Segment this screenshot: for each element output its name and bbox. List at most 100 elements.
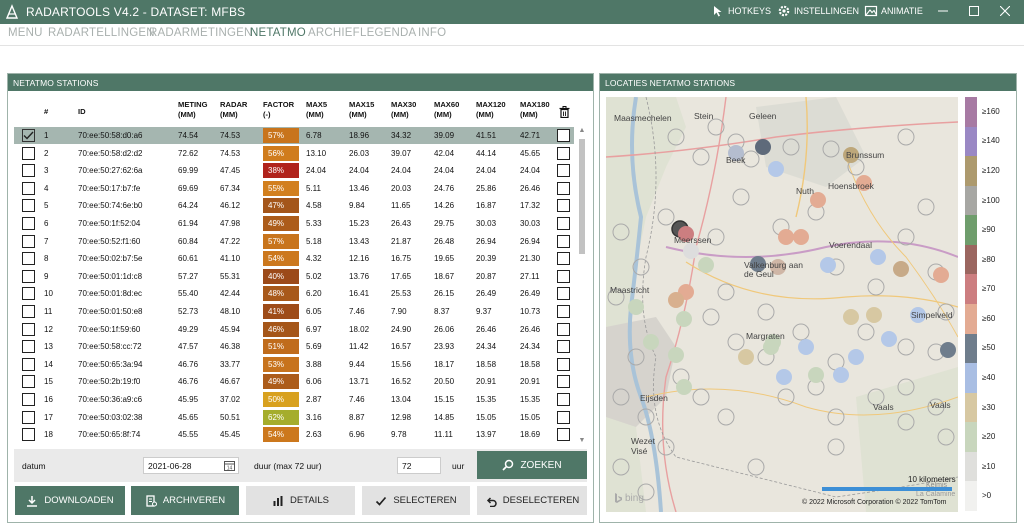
row-select-checkbox[interactable]	[22, 393, 35, 406]
col-max5[interactable]: MAX5 (MM)	[306, 100, 327, 120]
details-button[interactable]: DETAILS	[246, 486, 355, 515]
calendar-icon[interactable]: 14	[224, 460, 235, 471]
row-delete-checkbox[interactable]	[557, 199, 570, 213]
zoeken-button[interactable]: ZOEKEN	[477, 451, 587, 479]
map-scale-bar	[822, 487, 952, 491]
row-delete-checkbox[interactable]	[557, 146, 570, 160]
menu-item-info[interactable]: INFO	[418, 27, 446, 39]
table-row[interactable]: 18 70:ee:50:65:8f:74 45.55 45.45 2.63 6.96 9.7…	[14, 426, 574, 443]
table-row[interactable]: 13 70:ee:50:58:cc:72 47.57 46.38 5.69 11.42 16…	[14, 338, 574, 355]
col-max60[interactable]: MAX60 (MM)	[434, 100, 459, 120]
row-delete-checkbox[interactable]	[557, 234, 570, 248]
hotkeys-button[interactable]: HOTKEYS	[711, 4, 771, 18]
row-delete-checkbox[interactable]	[557, 287, 570, 301]
cell-max120: 9.37	[476, 307, 492, 316]
menu-item-radarmetingen[interactable]: RADARMETINGEN	[149, 27, 253, 39]
datum-field[interactable]: 2021-06-28 14	[143, 457, 239, 474]
col-max30[interactable]: MAX30 (MM)	[391, 100, 416, 120]
row-select-checkbox[interactable]	[22, 199, 35, 213]
menu-item-menu[interactable]: MENU	[8, 27, 43, 39]
select-button[interactable]: SELECTEREN	[362, 486, 470, 515]
row-select-checkbox[interactable]	[22, 217, 35, 230]
scroll-down-icon[interactable]: ▼	[578, 437, 586, 445]
row-select-checkbox[interactable]	[22, 234, 35, 248]
scroll-up-icon[interactable]: ▲	[578, 127, 586, 135]
animation-button[interactable]: ANIMATIE	[864, 4, 923, 18]
col-radar[interactable]: RADAR (MM)	[220, 100, 247, 120]
cell-id: 70:ee:50:74:6e:b0	[78, 201, 143, 211]
row-delete-checkbox[interactable]	[557, 305, 570, 318]
table-row[interactable]: 4 70:ee:50:17:b7:fe 69.69 67.34 5.11 13.46 20.…	[14, 180, 574, 197]
download-button[interactable]: DOWNLOADEN	[15, 486, 125, 515]
col-max120[interactable]: MAX120 (MM)	[476, 100, 506, 120]
table-row[interactable]: 7 70:ee:50:52:f1:60 60.84 47.22 5.18 13.43 21.…	[14, 233, 574, 250]
cell-radar: 46.67	[220, 377, 241, 387]
table-row[interactable]: 17 70:ee:50:03:02:38 45.65 50.51 3.16 8.87 12.…	[14, 409, 574, 426]
row-select-checkbox[interactable]	[22, 428, 35, 442]
col-max180[interactable]: MAX180 (MM)	[520, 100, 550, 120]
table-row[interactable]: 5 70:ee:50:74:6e:b0 64.24 46.12 4.58 9.84 11.6…	[14, 197, 574, 214]
row-select-checkbox[interactable]	[22, 305, 35, 318]
row-delete-checkbox[interactable]	[557, 393, 570, 406]
table-row[interactable]: 11 70:ee:50:01:50:e8 52.73 48.10 6.05 7.46 7.9…	[14, 303, 574, 320]
row-select-checkbox[interactable]	[22, 287, 35, 301]
row-delete-checkbox[interactable]	[557, 181, 570, 195]
cell-radar: 47.22	[220, 236, 241, 246]
row-delete-checkbox[interactable]	[557, 164, 570, 178]
row-select-checkbox[interactable]	[22, 146, 35, 160]
row-delete-checkbox[interactable]	[557, 375, 570, 389]
row-select-checkbox[interactable]	[22, 340, 35, 354]
table-row[interactable]: 3 70:ee:50:27:62:6a 69.99 47.45 24.04 24.04 24…	[14, 162, 574, 179]
trash-icon[interactable]	[559, 106, 570, 118]
table-row[interactable]: 1 70:ee:50:58:d0:a6 74.54 74.53 6.78 18.96 34.…	[14, 127, 574, 144]
table-scrollbar[interactable]: ▲ ▼	[577, 127, 587, 445]
table-row[interactable]: 10 70:ee:50:01:8d:ec 55.40 42.44 6.20 16.41 25…	[14, 285, 574, 302]
table-row[interactable]: 15 70:ee:50:2b:19:f0 46.76 46.67 6.06 13.71 16…	[14, 373, 574, 390]
row-select-checkbox[interactable]	[22, 357, 35, 371]
row-select-checkbox[interactable]	[22, 322, 35, 336]
deselect-button[interactable]: DESELECTEREN	[477, 486, 587, 515]
row-select-checkbox[interactable]	[22, 410, 35, 424]
row-select-checkbox[interactable]	[22, 164, 35, 178]
col-meting[interactable]: METING (MM)	[178, 100, 208, 120]
maximize-button[interactable]	[967, 4, 981, 18]
duur-field[interactable]: 72	[397, 457, 441, 474]
menu-item-legenda[interactable]: LEGENDA	[360, 27, 416, 39]
row-select-checkbox[interactable]	[22, 129, 35, 142]
close-button[interactable]	[998, 4, 1012, 18]
row-delete-checkbox[interactable]	[557, 322, 570, 336]
row-select-checkbox[interactable]	[22, 375, 35, 389]
table-row[interactable]: 2 70:ee:50:58:d2:d2 72.62 74.53 13.10 26.03 39…	[14, 145, 574, 162]
archive-button[interactable]: ARCHIVEREN	[131, 486, 239, 515]
cursor-icon	[714, 6, 722, 17]
col-factor[interactable]: FACTOR (-)	[263, 100, 294, 120]
row-delete-checkbox[interactable]	[557, 340, 570, 354]
table-row[interactable]: 12 70:ee:50:1f:59:60 49.29 45.94 6.97 18.02 24…	[14, 321, 574, 338]
settings-button[interactable]: INSTELLINGEN	[777, 4, 859, 18]
station-map[interactable]: Maasmechelen Stein Geleen Beek Brunssum …	[606, 97, 958, 512]
menu-item-netatmo[interactable]: NETATMO	[250, 27, 306, 39]
row-select-checkbox[interactable]	[22, 269, 35, 283]
cell-max120: 26.46	[476, 324, 497, 334]
row-select-checkbox[interactable]	[22, 252, 35, 266]
row-delete-checkbox[interactable]	[557, 410, 570, 424]
table-row[interactable]: 6 70:ee:50:1f:52:04 61.94 47.98 5.33 15.23 26.…	[14, 215, 574, 232]
table-row[interactable]: 16 70:ee:50:36:a9:c6 45.95 37.02 2.87 7.46 13.…	[14, 391, 574, 408]
row-delete-checkbox[interactable]	[557, 357, 570, 371]
row-delete-checkbox[interactable]	[557, 428, 570, 442]
table-row[interactable]: 8 70:ee:50:02:b7:5e 60.61 41.10 4.32 12.16 16.…	[14, 250, 574, 267]
row-delete-checkbox[interactable]	[557, 129, 570, 142]
scrollbar-thumb[interactable]	[579, 139, 585, 254]
minimize-icon	[938, 10, 948, 12]
menu-item-radartellingen[interactable]: RADARTELLINGEN	[48, 27, 155, 39]
minimize-button[interactable]	[936, 4, 950, 18]
row-delete-checkbox[interactable]	[557, 252, 570, 266]
menu-item-archief[interactable]: ARCHIEF	[308, 27, 360, 39]
col-max15[interactable]: MAX15 (MM)	[349, 100, 374, 120]
row-select-checkbox[interactable]	[22, 181, 35, 195]
table-row[interactable]: 14 70:ee:50:65:3a:94 46.76 33.77 3.88 9.44 15.…	[14, 356, 574, 373]
table-row[interactable]: 9 70:ee:50:01:1d:c8 57.27 55.31 5.02 13.76 17.…	[14, 268, 574, 285]
row-delete-checkbox[interactable]	[557, 217, 570, 230]
row-delete-checkbox[interactable]	[557, 269, 570, 283]
cell-factor: 40%	[263, 268, 299, 284]
